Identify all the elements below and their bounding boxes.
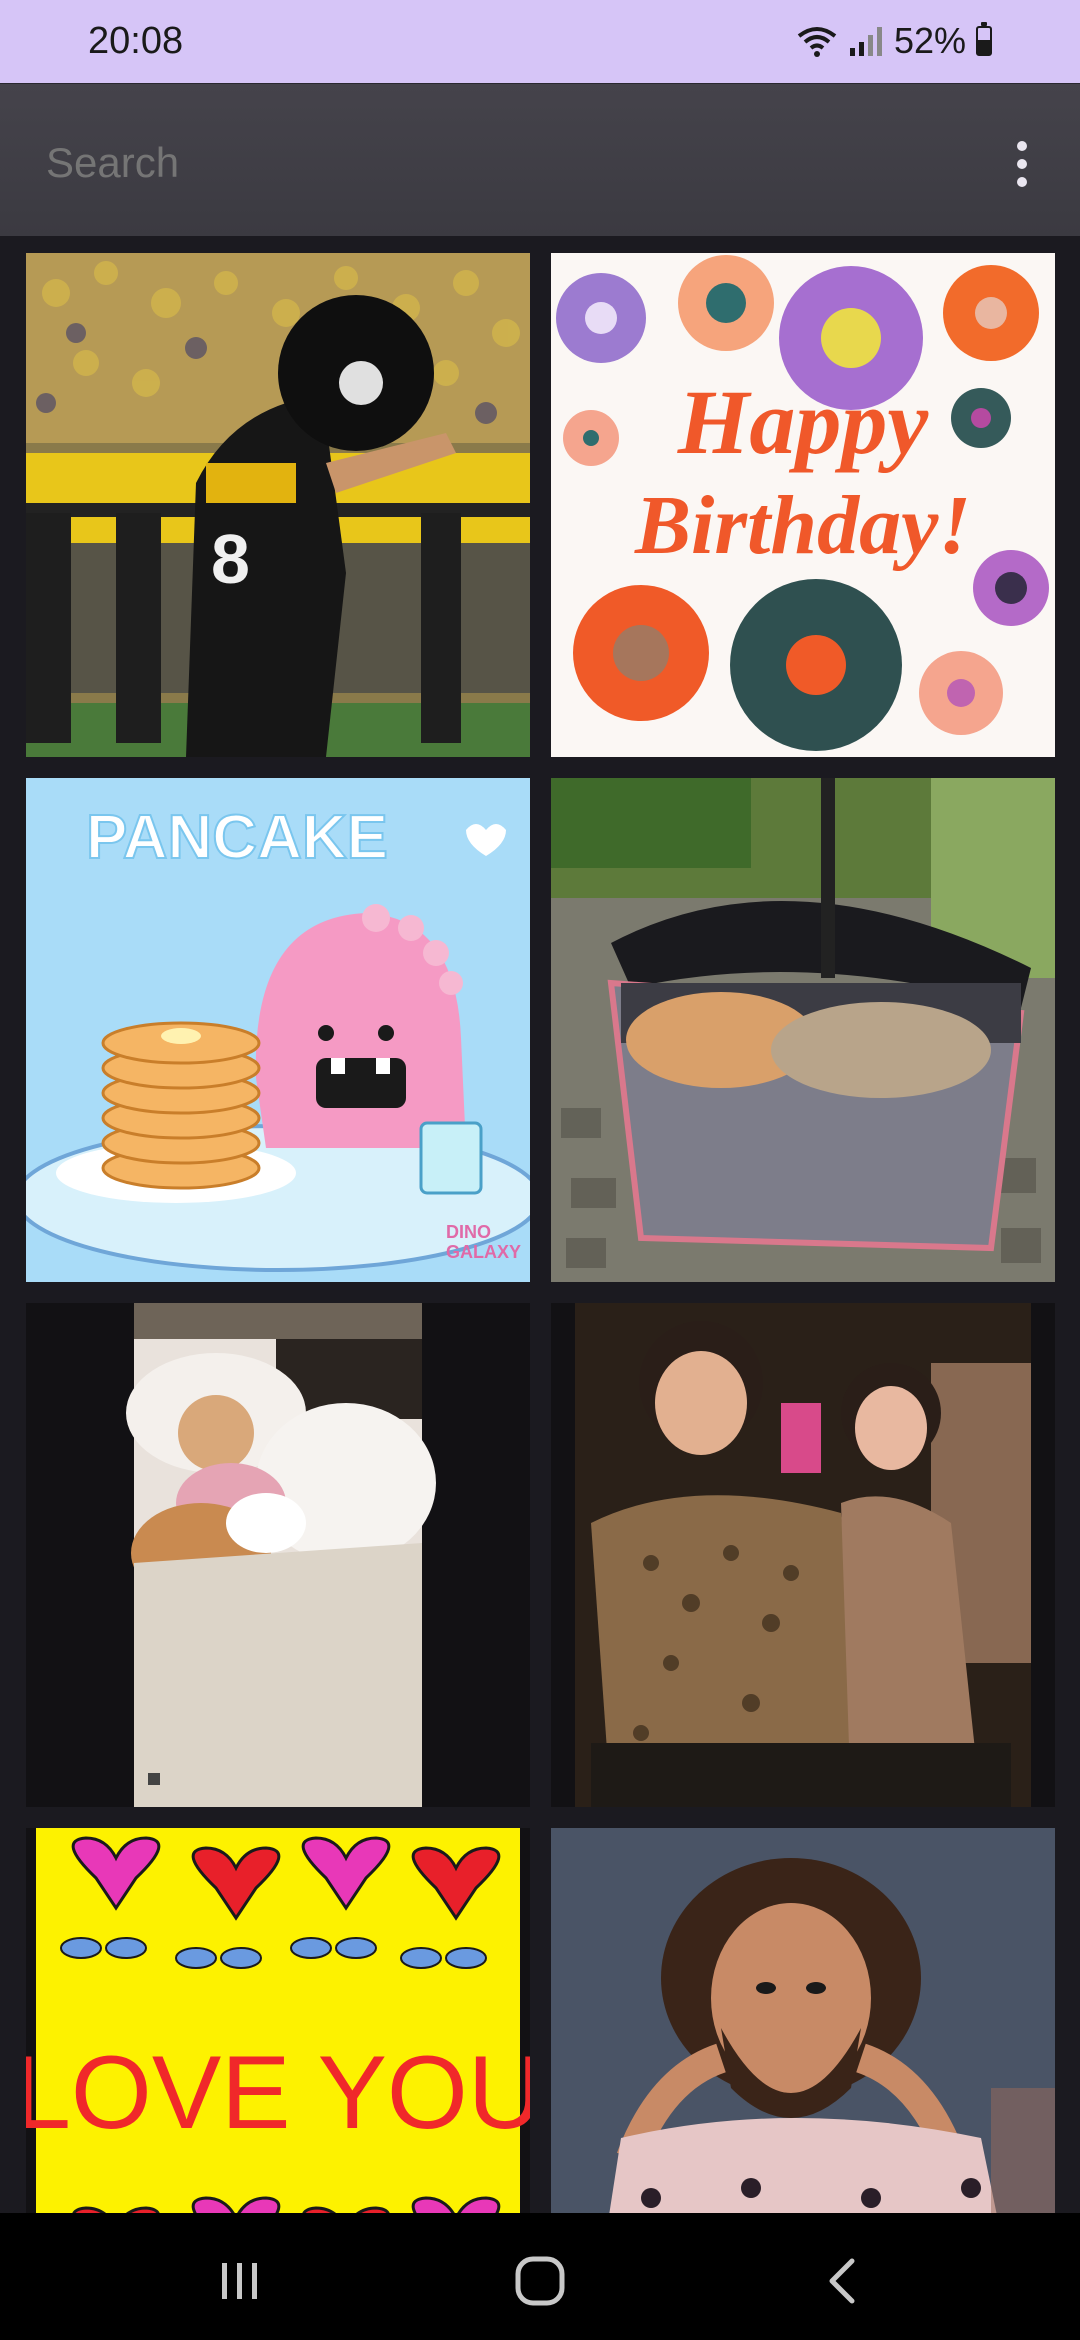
man-beard-image — [551, 1828, 1055, 2213]
gif-tile-dancing-women[interactable] — [551, 1303, 1055, 1807]
svg-text:GALAXY: GALAXY — [446, 1242, 521, 1262]
back-icon — [829, 2258, 855, 2304]
cats-stroller-image — [551, 778, 1055, 1282]
home-icon — [515, 2256, 565, 2306]
gif-tile-man-beard[interactable] — [551, 1828, 1055, 2213]
recents-icon — [222, 2263, 257, 2299]
system-nav-bar — [0, 2213, 1080, 2340]
birthday-text: Birthday! — [634, 479, 971, 572]
love-you-text: LOVE YOU — [26, 2035, 530, 2151]
wifi-icon — [796, 24, 838, 58]
gif-grid: 8 Happy Birthday! PANCAKE DINO GALAXY LO… — [0, 235, 1080, 2213]
status-bar: 20:08 52% — [0, 0, 1080, 83]
girl-dog-bed-image — [26, 1303, 530, 1807]
gif-tile-girl-dog-bed[interactable] — [26, 1303, 530, 1807]
battery-percent: 52% — [893, 20, 966, 61]
recents-button[interactable] — [200, 2251, 280, 2311]
more-vert-icon — [1017, 159, 1027, 169]
search-input[interactable] — [44, 138, 948, 188]
happy-text: Happy — [677, 371, 930, 473]
gif-tile-pancake[interactable]: PANCAKE DINO GALAXY — [26, 778, 530, 1282]
back-button[interactable] — [802, 2251, 882, 2311]
pancake-title: PANCAKE — [86, 803, 388, 872]
pancake-image: PANCAKE DINO GALAXY — [26, 778, 530, 1282]
search-bar — [0, 83, 1080, 236]
status-time: 20:08 — [88, 20, 184, 62]
dancing-women-image — [551, 1303, 1055, 1807]
svg-text:8: 8 — [211, 520, 250, 598]
love-you-image: LOVE YOU — [26, 1828, 530, 2213]
more-vert-icon — [1017, 177, 1027, 187]
pancake-watermark: DINO — [446, 1222, 491, 1242]
football-player-image: 8 — [26, 253, 530, 757]
gif-tile-love-you[interactable]: LOVE YOU — [26, 1828, 530, 2213]
more-vert-icon — [1017, 141, 1027, 151]
status-icons: 52% — [796, 20, 992, 62]
happy-birthday-image: Happy Birthday! — [551, 253, 1055, 757]
battery-level-fill — [978, 40, 990, 54]
screen: 20:08 52% Search 8 Happy Birthday! PANCA… — [0, 0, 1080, 2340]
gif-tile-football-player[interactable]: 8 — [26, 253, 530, 757]
home-button[interactable] — [500, 2251, 580, 2311]
gif-tile-happy-birthday[interactable]: Happy Birthday! — [551, 253, 1055, 757]
gif-tile-cats-stroller[interactable] — [551, 778, 1055, 1282]
signal-icon — [848, 24, 884, 58]
battery-icon — [976, 22, 992, 56]
more-options-button[interactable] — [994, 136, 1050, 192]
